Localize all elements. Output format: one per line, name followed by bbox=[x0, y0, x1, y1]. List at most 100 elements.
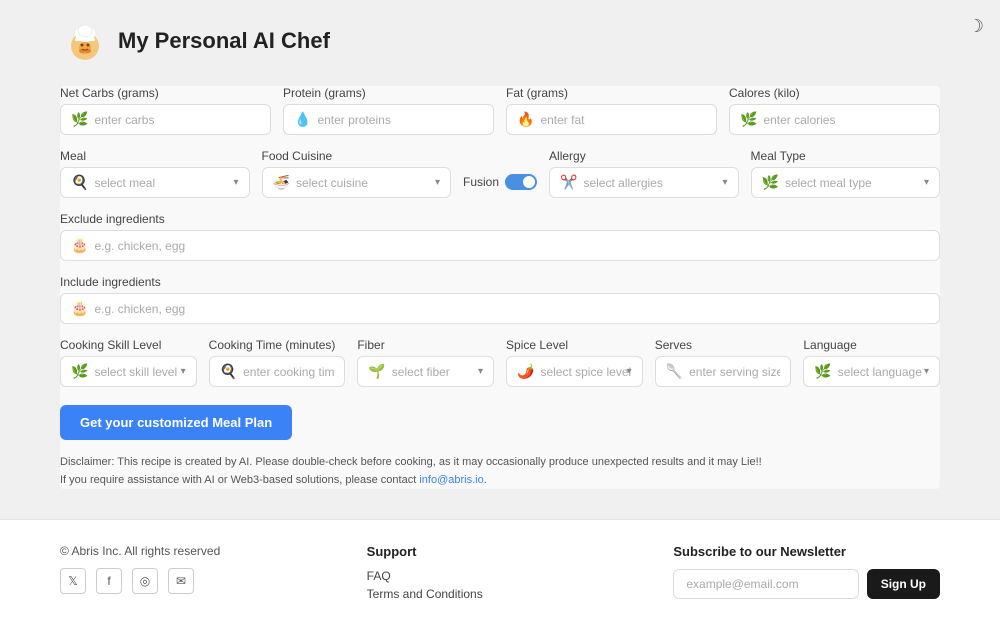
disclaimer-line2: If you require assistance with AI or Web… bbox=[60, 472, 940, 490]
footer-brand: © Abris Inc. All rights reserved 𝕏 f ◎ ✉ bbox=[60, 544, 327, 594]
cooking-time-input[interactable] bbox=[243, 365, 334, 379]
meal-group: Meal 🍳 select meal ▾ bbox=[60, 149, 250, 198]
skill-select[interactable]: select skill level bbox=[94, 365, 185, 379]
spice-group: Spice Level 🌶️ select spice level ▾ bbox=[506, 338, 643, 387]
exclude-input[interactable] bbox=[94, 239, 929, 253]
cuisine-label: Food Cuisine bbox=[262, 149, 452, 163]
serves-label: Serves bbox=[655, 338, 792, 352]
calories-icon: 🌿 bbox=[740, 111, 757, 128]
skill-select-wrapper[interactable]: 🌿 select skill level ▾ bbox=[60, 356, 197, 387]
fat-input[interactable] bbox=[540, 113, 706, 127]
include-group: Include ingredients 🎂 bbox=[60, 275, 940, 324]
meal-select-wrapper[interactable]: 🍳 select meal ▾ bbox=[60, 167, 250, 198]
terms-link[interactable]: Terms and Conditions bbox=[367, 587, 634, 601]
meal-type-select[interactable]: select meal type bbox=[785, 176, 929, 190]
dark-mode-button[interactable]: ☽ bbox=[968, 16, 984, 37]
footer: © Abris Inc. All rights reserved 𝕏 f ◎ ✉… bbox=[0, 519, 1000, 629]
include-label: Include ingredients bbox=[60, 275, 940, 289]
language-select[interactable]: select language bbox=[838, 365, 929, 379]
spice-label: Spice Level bbox=[506, 338, 643, 352]
protein-icon: 💧 bbox=[294, 111, 311, 128]
include-icon: 🎂 bbox=[71, 300, 88, 317]
disclaimer-link[interactable]: info@abris.io bbox=[419, 474, 483, 486]
email-icon[interactable]: ✉ bbox=[168, 568, 194, 594]
newsletter-form: Sign Up bbox=[673, 569, 940, 599]
skill-group: Cooking Skill Level 🌿 select skill level… bbox=[60, 338, 197, 387]
skill-chevron-icon: ▾ bbox=[181, 366, 186, 377]
cooking-time-group: Cooking Time (minutes) 🍳 bbox=[209, 338, 346, 387]
spice-select[interactable]: select spice level bbox=[540, 365, 631, 379]
twitter-icon[interactable]: 𝕏 bbox=[60, 568, 86, 594]
exclude-label: Exclude ingredients bbox=[60, 212, 940, 226]
cuisine-group: Food Cuisine 🍜 select cuisine ▾ bbox=[262, 149, 452, 198]
disclaimer-period: . bbox=[484, 474, 487, 486]
protein-group: Protein (grams) 💧 bbox=[283, 86, 494, 135]
get-plan-button[interactable]: Get your customized Meal Plan bbox=[60, 405, 292, 440]
calories-label: Calores (kilo) bbox=[729, 86, 940, 100]
facebook-icon[interactable]: f bbox=[96, 568, 122, 594]
social-icons: 𝕏 f ◎ ✉ bbox=[60, 568, 327, 594]
net-carbs-label: Net Carbs (grams) bbox=[60, 86, 271, 100]
serves-icon: 🥄 bbox=[666, 363, 683, 380]
cooking-time-icon: 🍳 bbox=[220, 363, 237, 380]
fiber-label: Fiber bbox=[357, 338, 494, 352]
header: My Personal AI Chef bbox=[60, 16, 940, 66]
net-carbs-input[interactable] bbox=[94, 113, 260, 127]
serves-group: Serves 🥄 bbox=[655, 338, 792, 387]
spice-icon: 🌶️ bbox=[517, 363, 534, 380]
fusion-toggle[interactable] bbox=[505, 174, 537, 190]
meal-type-group: Meal Type 🌿 select meal type ▾ bbox=[751, 149, 941, 198]
language-select-wrapper[interactable]: 🌿 select language ▾ bbox=[803, 356, 940, 387]
protein-input[interactable] bbox=[317, 113, 483, 127]
spice-chevron-icon: ▾ bbox=[627, 366, 632, 377]
cuisine-select[interactable]: select cuisine bbox=[296, 176, 440, 190]
spice-select-wrapper[interactable]: 🌶️ select spice level ▾ bbox=[506, 356, 643, 387]
newsletter-signup-button[interactable]: Sign Up bbox=[867, 569, 940, 599]
meal-type-select-wrapper[interactable]: 🌿 select meal type ▾ bbox=[751, 167, 941, 198]
meal-select[interactable]: select meal bbox=[94, 176, 238, 190]
allergy-icon: ✂️ bbox=[560, 174, 577, 191]
skill-label: Cooking Skill Level bbox=[60, 338, 197, 352]
language-group: Language 🌿 select language ▾ bbox=[803, 338, 940, 387]
meal-type-chevron-icon: ▾ bbox=[924, 177, 929, 188]
fiber-select[interactable]: select fiber bbox=[392, 365, 483, 379]
serves-input[interactable] bbox=[689, 365, 780, 379]
net-carbs-icon: 🌿 bbox=[71, 111, 88, 128]
allergy-group: Allergy ✂️ select allergies ▾ bbox=[549, 149, 739, 198]
meal-type-icon: 🌿 bbox=[762, 174, 779, 191]
app-title: My Personal AI Chef bbox=[118, 28, 330, 54]
net-carbs-group: Net Carbs (grams) 🌿 bbox=[60, 86, 271, 135]
language-icon: 🌿 bbox=[814, 363, 831, 380]
allergy-label: Allergy bbox=[549, 149, 739, 163]
faq-link[interactable]: FAQ bbox=[367, 569, 634, 583]
footer-copyright: © Abris Inc. All rights reserved bbox=[60, 544, 327, 558]
fiber-select-wrapper[interactable]: 🌱 select fiber ▾ bbox=[357, 356, 494, 387]
main-form: Net Carbs (grams) 🌿 Protein (grams) 💧 Fa… bbox=[60, 86, 940, 489]
meal-label: Meal bbox=[60, 149, 250, 163]
calories-group: Calores (kilo) 🌿 bbox=[729, 86, 940, 135]
fusion-group: Fusion bbox=[463, 154, 537, 198]
cooking-time-label: Cooking Time (minutes) bbox=[209, 338, 346, 352]
footer-support: Support FAQ Terms and Conditions bbox=[367, 544, 634, 605]
support-title: Support bbox=[367, 544, 634, 559]
allergy-chevron-icon: ▾ bbox=[723, 177, 728, 188]
instagram-icon[interactable]: ◎ bbox=[132, 568, 158, 594]
cuisine-select-wrapper[interactable]: 🍜 select cuisine ▾ bbox=[262, 167, 452, 198]
disclaimer: Disclaimer: This recipe is created by AI… bbox=[60, 454, 940, 489]
skill-icon: 🌿 bbox=[71, 363, 88, 380]
allergy-select[interactable]: select allergies bbox=[583, 176, 727, 190]
newsletter-email-input[interactable] bbox=[673, 569, 858, 599]
allergy-select-wrapper[interactable]: ✂️ select allergies ▾ bbox=[549, 167, 739, 198]
meal-type-label: Meal Type bbox=[751, 149, 941, 163]
language-label: Language bbox=[803, 338, 940, 352]
exclude-icon: 🎂 bbox=[71, 237, 88, 254]
include-input[interactable] bbox=[94, 302, 929, 316]
protein-label: Protein (grams) bbox=[283, 86, 494, 100]
calories-input[interactable] bbox=[763, 113, 929, 127]
cuisine-chevron-icon: ▾ bbox=[435, 177, 440, 188]
newsletter-title: Subscribe to our Newsletter bbox=[673, 544, 940, 559]
fusion-label: Fusion bbox=[463, 175, 499, 189]
meal-chevron-icon: ▾ bbox=[233, 177, 238, 188]
fiber-icon: 🌱 bbox=[368, 363, 385, 380]
cuisine-icon: 🍜 bbox=[273, 174, 290, 191]
